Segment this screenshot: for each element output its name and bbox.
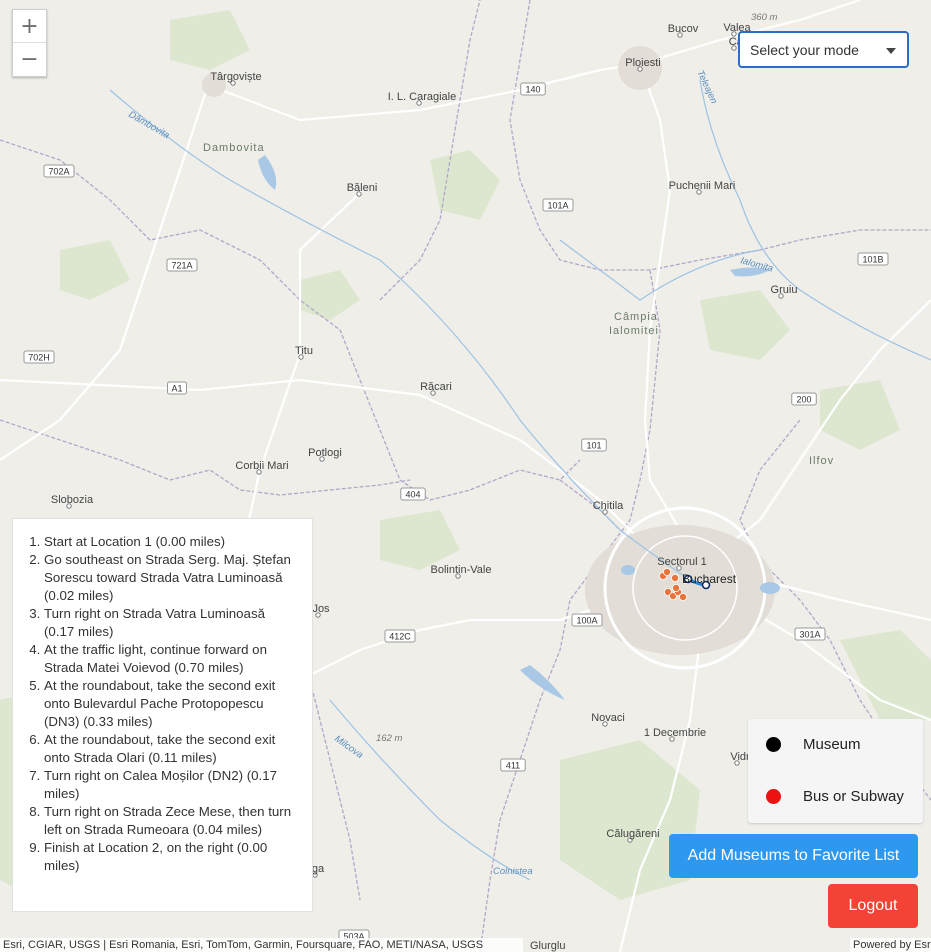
place-label: 1 Decembrie (644, 727, 706, 739)
direction-step: Go southeast on Strada Serg. Maj. Ștefan… (44, 551, 298, 605)
museum-marker[interactable] (679, 593, 688, 602)
edge-label-glurglu: Glurglu (530, 940, 565, 952)
zoom-in-button[interactable]: + (13, 10, 46, 43)
powered-by: Powered by Esri (850, 938, 931, 952)
legend-item-museum: Museum (766, 736, 861, 753)
road-shield-label: 721A (171, 261, 192, 271)
place-label: Ploiesti (625, 57, 660, 69)
road-shield-label: 100A (576, 616, 597, 626)
place-label: Bucov (668, 23, 699, 35)
museum-dot-icon (766, 737, 781, 752)
road-shield-label: 101 (586, 441, 601, 451)
road-shield-label: 200 (796, 395, 811, 405)
add-favorites-button[interactable]: Add Museums to Favorite List (669, 834, 918, 878)
region-label-dambovita: Dambovita (203, 142, 265, 154)
region-label-campia: Câmpia (614, 311, 658, 323)
direction-step: Finish at Location 2, on the right (0.00… (44, 839, 298, 875)
place-label: Novaci (591, 712, 625, 724)
bus-dot-icon (766, 789, 781, 804)
road-shield-label: 702H (28, 353, 50, 363)
place-label: Băleni (347, 182, 378, 194)
direction-step: Turn right on Calea Moșilor (DN2) (0.17 … (44, 767, 298, 803)
place-label: Târgoviște (210, 71, 261, 83)
directions-list: Start at Location 1 (0.00 miles)Go south… (25, 533, 298, 875)
river-label-colnistea: Colnistea (493, 866, 533, 877)
place-label: Bolintin-Vale (431, 564, 492, 576)
place-label: Corbii Mari (235, 460, 288, 472)
place-label: Călugăreni (606, 828, 659, 840)
road-shield-label: 404 (405, 490, 420, 500)
place-label: Gruiu (771, 284, 798, 296)
elevation-label-1: 360 m (751, 12, 777, 23)
legend-item-bus: Bus or Subway (766, 788, 904, 805)
direction-step: At the roundabout, take the second exit … (44, 731, 298, 767)
zoom-control: + − (12, 9, 47, 77)
road-shield-label: 301A (799, 630, 820, 640)
mode-select[interactable]: Select your mode (738, 31, 909, 68)
road-shield-label: 412C (389, 632, 411, 642)
dropdown-caret-icon (886, 48, 896, 54)
region-label-ialomitei: Ialomitei (609, 325, 659, 337)
place-label: Răcari (420, 381, 452, 393)
road-shield-label: 140 (525, 85, 540, 95)
mode-select-value: Select your mode (750, 41, 859, 58)
direction-step: Turn right on Strada Zece Mese, then tur… (44, 803, 298, 839)
direction-step: At the traffic light, continue forward o… (44, 641, 298, 677)
city-label-bucharest: Bucharest (682, 572, 737, 586)
legend-label-bus: Bus or Subway (803, 788, 904, 805)
place-label: Slobozia (51, 494, 94, 506)
place-label: I. L. Caragiale (388, 91, 456, 103)
road-shield-label: 411 (506, 761, 520, 771)
direction-step: Turn right on Strada Vatra Luminoasă (0.… (44, 605, 298, 641)
place-label: ga (312, 863, 325, 875)
direction-step: Start at Location 1 (0.00 miles) (44, 533, 298, 551)
place-label: Puchenii Mari (669, 180, 736, 192)
road-shield-label: A1 (171, 384, 182, 394)
legend: Museum Bus or Subway (748, 719, 923, 823)
place-label: Chitila (593, 500, 624, 512)
place-label: Jos (312, 603, 330, 615)
place-label: Titu (295, 345, 313, 357)
map-attribution: Esri, CGIAR, USGS | Esri Romania, Esri, … (0, 938, 523, 952)
road-shield-label: 101B (862, 255, 883, 265)
region-label-ilfov: Ilfov (809, 455, 834, 467)
zoom-out-button[interactable]: − (13, 43, 46, 75)
place-label: Potlogi (308, 447, 342, 459)
logout-button[interactable]: Logout (828, 884, 918, 928)
museum-marker[interactable] (671, 574, 680, 583)
museum-marker[interactable] (672, 584, 681, 593)
road-shield-label: 702A (48, 167, 69, 177)
directions-panel: Start at Location 1 (0.00 miles)Go south… (12, 518, 313, 912)
museum-marker[interactable] (663, 568, 672, 577)
elevation-label-2: 162 m (376, 733, 402, 744)
place-label: Sectorul 1 (657, 556, 707, 568)
road-shield-label: 101A (547, 201, 568, 211)
direction-step: At the roundabout, take the second exit … (44, 677, 298, 731)
legend-label-museum: Museum (803, 736, 861, 753)
